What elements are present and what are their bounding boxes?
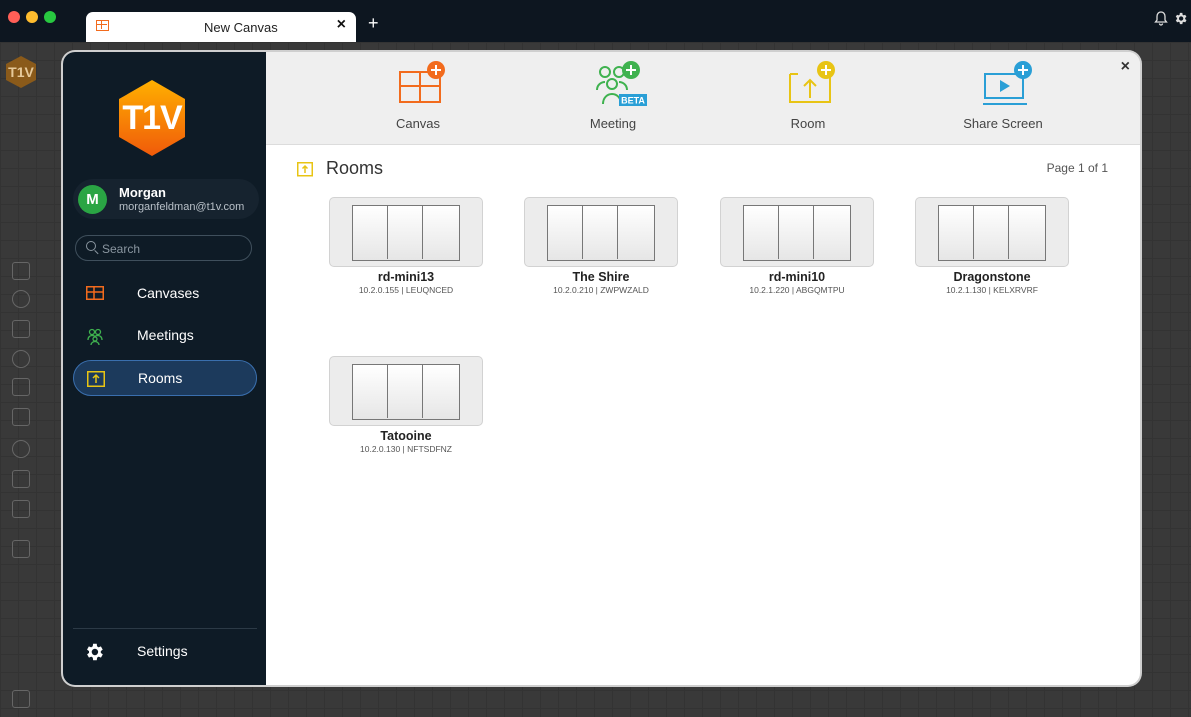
window-close-button[interactable]: [8, 11, 20, 23]
web-tool-icon: [12, 290, 30, 308]
room-share-icon: [87, 371, 105, 387]
people-icon: [86, 328, 104, 346]
search-input[interactable]: [100, 238, 244, 260]
sidebar-item-meetings[interactable]: Meetings: [73, 318, 257, 354]
room-card[interactable]: The Shire 10.2.0.210 | ZWPWZALD: [524, 197, 678, 297]
display-wall-icon: [547, 205, 655, 261]
notes-tool-icon: [12, 262, 30, 280]
beta-badge: BETA: [621, 96, 645, 106]
page-title: Rooms: [326, 158, 384, 178]
globe-tool-icon: [12, 350, 30, 368]
new-tab-button[interactable]: +: [368, 13, 379, 34]
room-name: Dragonstone: [953, 270, 1031, 284]
rooms-header-icon: [297, 162, 313, 178]
room-thumbnail: [915, 197, 1069, 267]
room-name: Tatooine: [380, 429, 432, 443]
settings-button[interactable]: Settings: [137, 643, 188, 659]
pagination-label: Page 1 of 1: [1046, 161, 1108, 175]
settings-gear-icon[interactable]: [83, 641, 105, 663]
window-minimize-button[interactable]: [26, 11, 38, 23]
gear-icon[interactable]: [1173, 11, 1188, 30]
action-label: Canvas: [395, 116, 441, 131]
room-meta: 10.2.1.220 | ABGQMTPU: [749, 285, 845, 295]
close-modal-button[interactable]: ×: [1121, 58, 1130, 76]
video-tool-icon: [12, 500, 30, 518]
room-card[interactable]: Dragonstone 10.2.1.130 | KELXRVRF: [915, 197, 1069, 297]
new-room-button[interactable]: Room: [738, 52, 878, 144]
canvas-add-icon: [399, 61, 445, 103]
copy-tool-icon: [12, 378, 30, 396]
room-add-icon: [789, 61, 835, 103]
sidebar-item-label: Meetings: [137, 327, 194, 343]
sidebar-item-canvases[interactable]: Canvases: [73, 276, 257, 312]
new-meeting-button[interactable]: BETA Meeting: [543, 52, 683, 144]
room-meta: 10.2.0.210 | ZWPWZALD: [553, 285, 649, 295]
action-label: Share Screen: [963, 116, 1043, 131]
media-tool-icon: [12, 408, 30, 426]
screen-tool-icon: [12, 540, 30, 558]
display-wall-icon: [352, 364, 460, 420]
drive-tool-icon: [12, 440, 30, 458]
sidebar-item-rooms[interactable]: Rooms: [73, 360, 257, 396]
display-wall-icon: [743, 205, 851, 261]
share-screen-button[interactable]: Share Screen: [933, 52, 1073, 144]
pen-tool-icon: [12, 320, 30, 338]
bell-icon[interactable]: [1154, 11, 1168, 30]
t1v-logo: T1V: [119, 80, 185, 156]
tab-close-button[interactable]: ×: [337, 16, 346, 34]
user-profile[interactable]: M Morgan morganfeldman@t1v.com: [73, 179, 259, 219]
share-screen-add-icon: [983, 61, 1032, 105]
room-name: rd-mini13: [377, 270, 435, 284]
display-wall-icon: [938, 205, 1046, 261]
meeting-add-icon: BETA: [596, 61, 647, 106]
canvas-icon: [86, 286, 104, 302]
sidebar-item-label: Canvases: [137, 285, 200, 301]
user-name: Morgan: [119, 185, 166, 200]
action-bar: Canvas BETA Meeting Room Share Screen ×: [266, 52, 1140, 145]
search-box[interactable]: [75, 235, 252, 261]
user-email: morganfeldman@t1v.com: [119, 201, 245, 213]
cloud-tool-icon: [12, 470, 30, 488]
canvas-tab-icon: [96, 20, 109, 31]
room-card[interactable]: rd-mini10 10.2.1.220 | ABGQMTPU: [720, 197, 874, 297]
launcher-modal: T1V M Morgan morganfeldman@t1v.com Canva…: [63, 52, 1140, 685]
tab-new-canvas[interactable]: New Canvas ×: [86, 12, 356, 42]
new-canvas-button[interactable]: Canvas: [348, 52, 488, 144]
sidebar-item-label: Rooms: [138, 370, 183, 386]
display-wall-icon: [352, 205, 460, 261]
room-thumbnail: [524, 197, 678, 267]
room-card[interactable]: Tatooine 10.2.0.130 | NFTSDFNZ: [329, 356, 483, 456]
room-card[interactable]: rd-mini13 10.2.0.155 | LEUQNCED: [329, 197, 483, 297]
avatar: M: [78, 185, 107, 214]
action-label: Room: [790, 116, 826, 131]
tab-title: New Canvas: [204, 20, 278, 35]
room-thumbnail: [720, 197, 874, 267]
room-name: rd-mini10: [768, 270, 826, 284]
room-meta: 10.2.0.155 | LEUQNCED: [358, 285, 454, 295]
room-thumbnail: [329, 197, 483, 267]
search-icon: [86, 241, 96, 251]
room-meta: 10.2.1.130 | KELXRVRF: [946, 285, 1038, 295]
room-meta: 10.2.0.130 | NFTSDFNZ: [360, 444, 452, 454]
room-name: The Shire: [572, 270, 630, 284]
file-tool-icon: [12, 690, 30, 708]
divider: [73, 628, 257, 629]
sidebar: T1V M Morgan morganfeldman@t1v.com Canva…: [63, 52, 266, 685]
title-bar: New Canvas × +: [0, 0, 1191, 42]
action-label: Meeting: [589, 116, 637, 131]
window-zoom-button[interactable]: [44, 11, 56, 23]
room-thumbnail: [329, 356, 483, 426]
